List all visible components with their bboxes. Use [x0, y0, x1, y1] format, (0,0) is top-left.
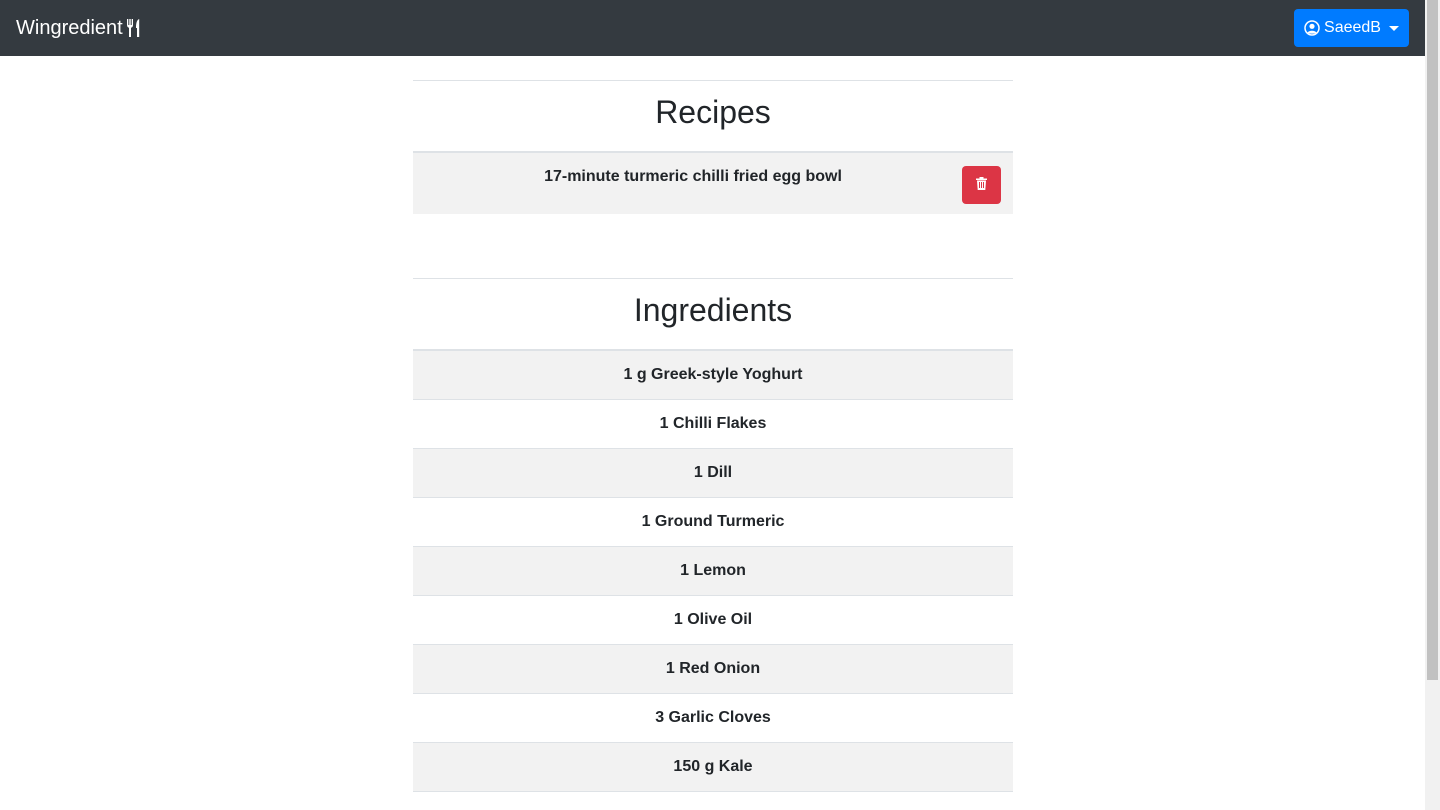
vertical-scrollbar[interactable]: [1425, 0, 1440, 810]
list-item: 1 Lemon: [413, 547, 1013, 596]
brand-link[interactable]: Wingredient: [16, 17, 144, 40]
list-item: 3 Garlic Cloves: [413, 694, 1013, 743]
recipe-row: 17-minute turmeric chilli fried egg bowl: [413, 151, 1013, 214]
user-menu-button[interactable]: SaeedB: [1294, 9, 1409, 47]
list-item: 150 g Kale: [413, 743, 1013, 792]
list-item: 1 Dill: [413, 449, 1013, 498]
list-item: 1 Chilli Flakes: [413, 400, 1013, 449]
chevron-down-icon: [1388, 26, 1399, 31]
list-item: 1 Olive Oil: [413, 596, 1013, 645]
list-item: 1 Red Onion: [413, 645, 1013, 694]
delete-recipe-button[interactable]: [962, 166, 1001, 204]
list-item: 1 Ground Turmeric: [413, 498, 1013, 547]
trash-icon: [976, 177, 987, 193]
user-name: SaeedB: [1324, 19, 1381, 36]
ingredients-list: 1 g Greek-style Yoghurt 1 Chilli Flakes …: [413, 349, 1013, 792]
recipes-heading: Recipes: [413, 80, 1013, 151]
utensils-icon: [126, 18, 144, 38]
ingredients-heading: Ingredients: [413, 278, 1013, 349]
top-navbar: Wingredient SaeedB: [0, 0, 1425, 56]
list-item: 1 g Greek-style Yoghurt: [413, 351, 1013, 400]
recipe-name[interactable]: 17-minute turmeric chilli fried egg bowl: [544, 168, 842, 214]
user-circle-icon: [1304, 20, 1320, 36]
main-content: Recipes 17-minute turmeric chilli fried …: [413, 56, 1013, 792]
scrollbar-thumb[interactable]: [1427, 0, 1438, 680]
brand-name: Wingredient: [16, 16, 123, 39]
